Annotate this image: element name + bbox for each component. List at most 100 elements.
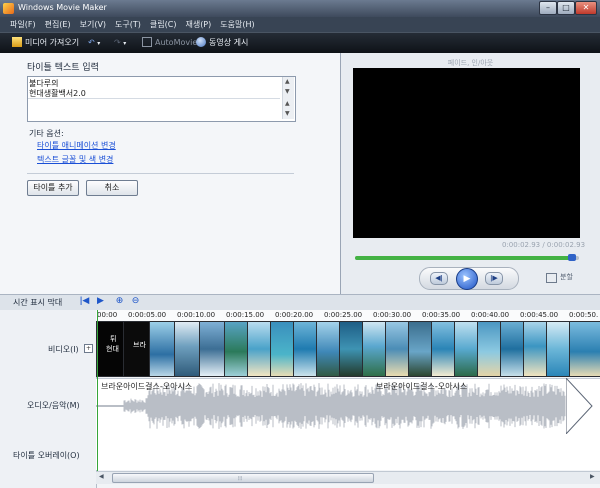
ruler-label: 0:00:10.00 <box>177 311 216 319</box>
ruler-label: 0:00:25.00 <box>324 311 363 319</box>
toolbar: 미디어 가져오기 ↶ ▾ ↷ ▾ AutoMovie 동영상 게시 <box>0 33 600 53</box>
ruler-label: 0:00:30.00 <box>373 311 412 319</box>
zoom-in-icon[interactable]: ⊕ <box>114 296 125 307</box>
expand-track-button[interactable]: + <box>84 344 93 353</box>
title-text-input[interactable] <box>27 76 296 122</box>
publish-movie-label: 동영상 게시 <box>209 38 249 47</box>
ruler-label: 0:00:05.00 <box>128 311 167 319</box>
menu-play[interactable]: 재생(P) <box>185 17 211 32</box>
play-button[interactable]: ▶ <box>456 268 478 290</box>
audio-track-label: 오디오/음악(M) <box>27 401 80 410</box>
next-frame-button[interactable]: ǀ▶ <box>485 272 503 285</box>
playhead[interactable] <box>97 310 98 478</box>
video-clip[interactable] <box>478 322 500 376</box>
video-clip[interactable] <box>340 322 362 376</box>
video-clip[interactable] <box>200 322 224 376</box>
maximize-button[interactable]: □ <box>557 1 575 15</box>
publish-movie-button[interactable]: 동영상 게시 <box>196 37 248 49</box>
seek-thumb[interactable] <box>568 254 576 261</box>
video-clip[interactable] <box>363 322 385 376</box>
timeline-toolbar <box>0 294 600 311</box>
menu-tools[interactable]: 도구(T) <box>115 17 141 32</box>
undo-icon: ↶ <box>88 38 95 47</box>
video-clip[interactable] <box>455 322 477 376</box>
audio-clip-name: 브라운아이드걸스-오아시스 <box>101 382 193 391</box>
ruler-label: 0:00:15.00 <box>226 311 265 319</box>
preview-time: 0:00:02.93 / 0:00:02.93 <box>502 241 586 249</box>
scroll-up-icon[interactable]: ▲ <box>285 78 290 85</box>
text-divider <box>28 98 280 99</box>
import-icon <box>12 37 22 47</box>
menu-help[interactable]: 도움말(H) <box>220 17 254 32</box>
cancel-button[interactable]: 취소 <box>86 180 138 196</box>
timeline-view-toggle[interactable]: 시간 표시 막대 <box>13 297 62 308</box>
text-scrollbar[interactable]: ▲ ▼ ▲ ▼ <box>282 77 294 119</box>
automovie-button[interactable]: AutoMovie <box>142 37 197 49</box>
menu-file[interactable]: 파일(F) <box>10 17 36 32</box>
menu-clip[interactable]: 클립(C) <box>150 17 177 32</box>
task-heading: 타이틀 텍스트 입력 <box>27 63 99 73</box>
scroll-down-icon[interactable]: ▼ <box>285 88 290 95</box>
timeline-scroll-thumb[interactable] <box>112 473 374 483</box>
video-clip[interactable] <box>570 322 600 376</box>
ruler-label: 0:00:40.00 <box>471 311 510 319</box>
audio-clip-end-marker <box>566 378 593 434</box>
title-overlay-track[interactable] <box>96 435 600 470</box>
menu-view[interactable]: 보기(V) <box>80 17 106 32</box>
import-media-button[interactable]: 미디어 가져오기 <box>12 37 79 49</box>
undo-button[interactable]: ↶ ▾ <box>88 37 100 50</box>
video-clip[interactable] <box>547 322 569 376</box>
change-font-link[interactable]: 텍스트 글꼴 및 색 변경 <box>37 154 113 165</box>
menu-bar: 파일(F) 편집(E) 보기(V) 도구(T) 클립(C) 재생(P) 도움말(… <box>0 17 600 32</box>
seek-progress <box>355 256 572 260</box>
video-clip[interactable] <box>294 322 316 376</box>
title-overlay-track-label: 타이틀 오버레이(O) <box>13 451 80 460</box>
video-clip[interactable] <box>248 322 270 376</box>
redo-dropdown-icon: ▾ <box>123 40 127 47</box>
video-clip[interactable] <box>409 322 431 376</box>
scroll-left-icon[interactable]: ◀ <box>99 473 104 480</box>
video-track-label: 비디오(I) <box>48 345 79 354</box>
title-clip-text: 브라 <box>133 341 146 349</box>
rewind-timeline-icon[interactable]: ǀ◀ <box>79 296 90 307</box>
video-clip[interactable] <box>501 322 523 376</box>
scroll-right-icon[interactable]: ▶ <box>590 473 595 480</box>
title-clip-text: 튀 <box>110 335 117 343</box>
audio-clip-name: 브라운아이드걸스-오아시스 <box>376 382 468 391</box>
automovie-icon <box>142 37 152 47</box>
video-clip[interactable] <box>524 322 546 376</box>
task-divider <box>27 173 294 174</box>
menu-edit[interactable]: 편집(E) <box>45 17 71 32</box>
ruler-label: 0:00:45.00 <box>520 311 559 319</box>
video-clip[interactable] <box>150 322 174 376</box>
video-clip[interactable] <box>386 322 408 376</box>
scroll-grip-icon: ⦙⦙⦙ <box>238 475 243 482</box>
title-clip-text: 현대 <box>106 345 119 353</box>
window-title: Windows Movie Maker <box>18 3 107 12</box>
zoom-out-icon[interactable]: ⊖ <box>130 296 141 307</box>
video-clip[interactable] <box>175 322 199 376</box>
add-title-button[interactable]: 타이틀 추가 <box>27 180 79 196</box>
redo-icon: ↷ <box>114 38 121 47</box>
video-clip[interactable] <box>271 322 293 376</box>
scroll-down-icon[interactable]: ▼ <box>285 110 290 117</box>
automovie-label: AutoMovie <box>155 38 198 47</box>
app-icon <box>3 3 14 14</box>
preview-title: 페이드, 인/아웃 <box>447 59 494 67</box>
previous-frame-button[interactable]: ◀ǀ <box>430 272 448 285</box>
play-timeline-icon[interactable]: ▶ <box>95 296 106 307</box>
close-button[interactable]: ✕ <box>575 1 597 15</box>
import-media-label: 미디어 가져오기 <box>25 38 80 47</box>
ruler-label: 00:00 <box>97 311 118 319</box>
split-icon[interactable] <box>546 273 557 283</box>
scroll-up-icon[interactable]: ▲ <box>285 100 290 107</box>
video-clip[interactable] <box>432 322 454 376</box>
change-animation-link[interactable]: 타이틀 애니메이션 변경 <box>37 140 116 151</box>
video-clip[interactable] <box>225 322 247 376</box>
video-clip[interactable] <box>317 322 339 376</box>
redo-button[interactable]: ↷ ▾ <box>114 37 126 50</box>
ruler-label: 0:00:35.00 <box>422 311 461 319</box>
minimize-button[interactable]: – <box>539 1 557 15</box>
split-button-label[interactable]: 분할 <box>560 272 573 282</box>
undo-dropdown-icon: ▾ <box>97 40 101 47</box>
